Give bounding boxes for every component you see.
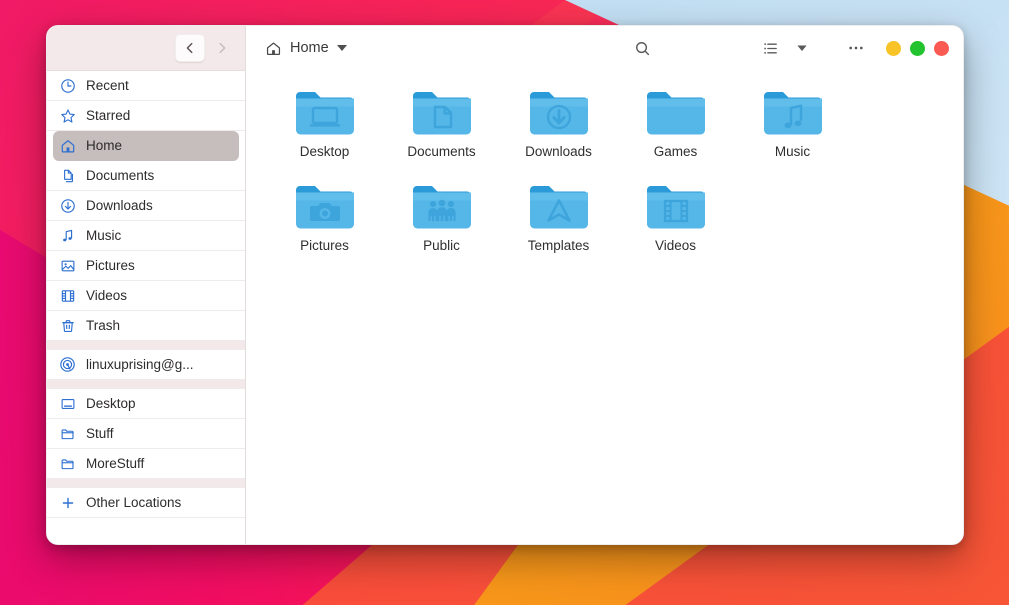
sidebar-item-pictures[interactable]: Pictures [47,251,245,281]
sidebar-item-other-locations[interactable]: Other Locations [47,488,245,518]
sidebar-item-label: Trash [86,318,121,333]
sidebar: Recent Starred Home Documents Downloads … [47,26,246,544]
file-item[interactable]: Videos [617,175,734,269]
file-item[interactable]: Public [383,175,500,269]
folder-icon-videos [644,181,708,233]
file-manager-window: Recent Starred Home Documents Downloads … [46,25,964,545]
file-label: Downloads [525,144,592,159]
trash-icon [59,317,76,334]
file-label: Desktop [299,144,350,159]
file-label: Music [774,144,811,159]
sidebar-item-label: Recent [86,78,129,93]
sidebar-item-videos[interactable]: Videos [47,281,245,311]
sidebar-item-label: Desktop [86,396,136,411]
folder-icon-desktop [293,87,357,139]
view-options-button[interactable] [786,33,818,63]
file-label: Public [423,238,460,253]
back-button[interactable] [175,34,205,62]
sidebar-list: Recent Starred Home Documents Downloads … [47,71,245,544]
folder-icon-games [644,87,708,139]
file-label: Pictures [300,238,349,253]
minimize-button[interactable] [886,40,901,56]
file-grid: Desktop Documents Downloads Games Music … [266,81,945,269]
chevron-down-icon [797,45,807,52]
folder-icon-downloads [527,87,591,139]
file-label: Documents [407,144,476,159]
breadcrumb[interactable]: Home [264,39,347,57]
sidebar-item-morestuff[interactable]: MoreStuff [47,449,245,479]
file-item[interactable]: Music [734,81,851,175]
folder-icon [59,455,76,472]
desktop-folder-icon [59,395,76,412]
folder-icon-pictures [293,181,357,233]
toolbar: Home [246,26,963,71]
sidebar-item-label: Videos [86,288,128,303]
sidebar-separator [47,479,245,488]
file-item[interactable]: Pictures [266,175,383,269]
file-label: Videos [654,238,697,253]
file-item[interactable]: Desktop [266,81,383,175]
folder-icon-music [761,87,825,139]
sidebar-item-trash[interactable]: Trash [47,311,245,341]
sidebar-item-label: Downloads [86,198,153,213]
file-grid-area[interactable]: Desktop Documents Downloads Games Music … [246,71,963,544]
home-icon [264,39,282,57]
file-label: Templates [527,238,590,253]
sidebar-item-label: MoreStuff [86,456,145,471]
search-button[interactable] [626,33,658,63]
film-icon [59,287,76,304]
close-button[interactable] [934,40,949,56]
main-menu-button[interactable] [840,33,872,63]
ellipsis-icon [849,46,863,50]
clock-icon [59,77,76,94]
main-pane: Home Desktop Documents Downloads Games M… [246,26,963,544]
home-icon [59,137,76,154]
sidebar-item-label: Music [86,228,122,243]
music-note-icon [59,227,76,244]
sidebar-item-stuff[interactable]: Stuff [47,419,245,449]
maximize-button[interactable] [910,40,925,56]
file-item[interactable]: Templates [500,175,617,269]
chevron-down-icon[interactable] [336,45,347,51]
star-icon [59,107,76,124]
breadcrumb-label: Home [290,40,329,56]
sidebar-item-home[interactable]: Home [53,131,239,161]
folder-icon-documents [410,87,474,139]
sidebar-item-desktop[interactable]: Desktop [47,389,245,419]
sidebar-item-label: Stuff [86,426,114,441]
sidebar-separator [47,380,245,389]
sidebar-item-recent[interactable]: Recent [47,71,245,101]
sidebar-separator [47,341,245,350]
sidebar-item-label: Other Locations [86,495,182,510]
image-icon [59,257,76,274]
sidebar-item-starred[interactable]: Starred [47,101,245,131]
sidebar-item-label: Starred [86,108,131,123]
folder-icon-public [410,181,474,233]
file-label: Games [653,144,698,159]
sidebar-item-documents[interactable]: Documents [47,161,245,191]
sidebar-item-label: linuxuprising@g... [86,357,194,372]
sidebar-item-downloads[interactable]: Downloads [47,191,245,221]
file-item[interactable]: Games [617,81,734,175]
sidebar-item-label: Home [86,138,123,153]
plus-icon [59,494,76,511]
view-list-button[interactable] [754,33,786,63]
chevron-right-icon [219,42,226,54]
documents-icon [59,167,76,184]
sidebar-item-music[interactable]: Music [47,221,245,251]
chevron-left-icon [186,42,193,54]
file-item[interactable]: Downloads [500,81,617,175]
window-controls [886,40,949,56]
desktop-wallpaper: Recent Starred Home Documents Downloads … [0,0,1009,605]
sidebar-item-label: Pictures [86,258,135,273]
network-broadcast-icon [59,356,76,373]
folder-icon [59,425,76,442]
sidebar-header [47,26,245,71]
download-icon [59,197,76,214]
folder-icon-templates [527,181,591,233]
forward-button[interactable] [207,34,237,62]
sidebar-item-label: Documents [86,168,155,183]
sidebar-item-network-account[interactable]: linuxuprising@g... [47,350,245,380]
file-item[interactable]: Documents [383,81,500,175]
